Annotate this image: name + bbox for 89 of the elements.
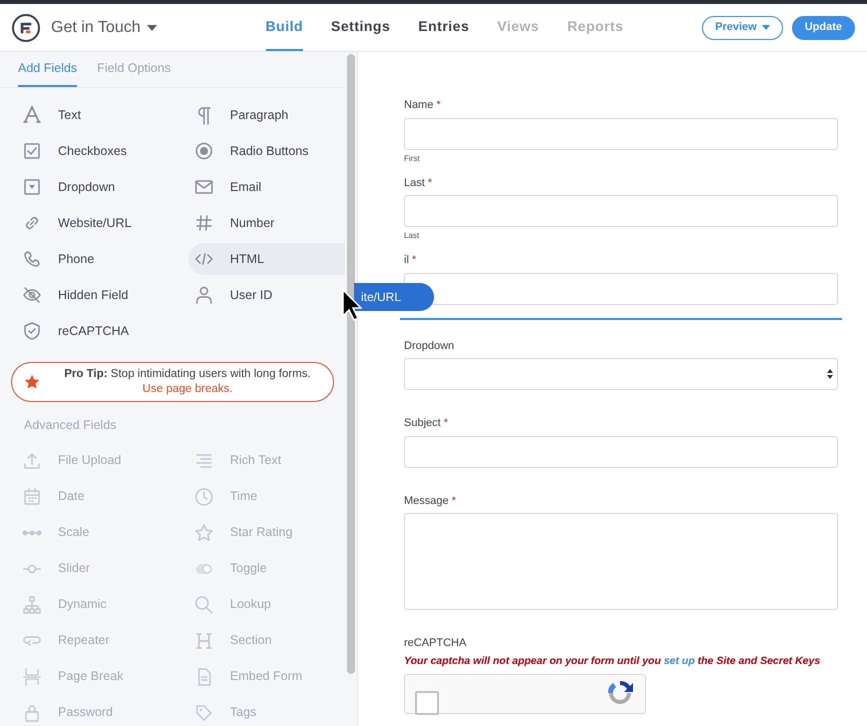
captcha-checkbox[interactable] [415,690,439,714]
star-icon [24,374,40,390]
field-type-item[interactable]: Lookup [188,588,345,621]
tag-icon [194,702,214,723]
field-type-item[interactable]: Email [188,171,345,203]
field-type-item[interactable]: Tags [188,696,345,726]
field-type-item[interactable]: Checkboxes [16,135,188,167]
textarea-field[interactable] [404,513,838,610]
field-type-item[interactable]: Dynamic [16,588,188,621]
user-icon [194,285,214,305]
text-input[interactable] [404,195,838,227]
field-label: Last [404,176,425,190]
star-outline-icon [194,522,214,543]
field-type-item[interactable]: Scale [16,516,188,549]
field-type-item[interactable]: File Upload [16,444,188,477]
nav-tab[interactable]: Settings [331,4,390,51]
required-asterisk: * [452,494,456,508]
sidebar-tab[interactable]: Field Options [97,52,171,87]
dotted-line-icon [22,528,42,537]
field-type-item[interactable]: Repeater [16,624,188,657]
section-heading: Advanced Fields [23,417,118,434]
field-label: Message [404,494,449,508]
letter-a-icon [22,105,42,125]
field-type-item[interactable]: Section [188,624,345,657]
upload-icon [22,450,42,471]
required-asterisk: * [412,253,416,268]
scrollbar[interactable] [345,52,358,726]
pro-tip-text: Pro Tip: Stop intimidating users with long forms. [64,367,311,382]
field-label: reCAPTCHA [404,636,466,651]
nav-tab[interactable]: Entries [418,4,470,51]
form-title-dropdown[interactable]: Get in Touch [51,16,157,40]
field-type-item[interactable]: Time [188,480,345,513]
field-type-item[interactable]: Password [16,696,188,726]
field-type-item[interactable]: Slider [16,552,188,585]
radio-icon [194,141,214,161]
sub-label: Last [404,230,420,242]
required-asterisk: * [436,98,441,113]
crossed-eye-icon [22,285,42,305]
field-type-item[interactable]: Phone [16,243,188,275]
logo-icon [12,14,40,42]
field-type-item[interactable]: Hidden Field [16,279,188,311]
hash-icon [194,213,214,233]
phone-icon [22,249,42,269]
field-type-item[interactable]: Website/URL [16,207,188,239]
field-type-item[interactable]: Star Rating [188,516,345,549]
calendar-icon [22,486,42,507]
loop-arrow-icon [22,635,42,646]
field-label: Name [404,98,434,113]
text-input[interactable] [404,436,838,468]
preview-button[interactable]: Preview [702,16,783,40]
field-type-item[interactable]: Dropdown [16,171,188,203]
shield-icon [22,321,42,341]
field-type-item[interactable]: reCAPTCHA [16,315,188,347]
dragged-field-chip[interactable]: ite/URL [354,283,434,311]
search-icon [194,594,214,615]
page-breaks-link[interactable]: Use page breaks. [142,382,233,397]
field-type-item[interactable]: Number [188,207,345,239]
sidebar-tab[interactable]: Add Fields [18,52,78,87]
up-down-arrows-icon [827,369,833,379]
field-type-item[interactable]: Embed Form [188,660,345,693]
field-type-item[interactable]: Rich Text [188,444,345,477]
required-asterisk: * [444,416,448,431]
caret-icon [762,25,770,30]
field-type-item[interactable]: Radio Buttons [188,135,345,167]
field-type-item[interactable]: Date [16,480,188,513]
field-label: Dropdown [404,338,454,354]
caret-icon [146,24,157,30]
hierarchy-icon [22,594,42,615]
captcha-warning: Your captcha will not appear on your form until you set up the Site and Secret Keys [404,654,822,668]
clock-icon [194,486,214,507]
checkbox-icon [22,141,42,161]
dropdown-icon [22,177,42,197]
text-input[interactable] [404,272,838,304]
field-type-item[interactable]: Page Break [16,660,188,693]
field-type-item[interactable]: Text [16,99,188,131]
text-input[interactable] [404,118,838,150]
field-type-item[interactable]: User ID [188,279,345,311]
sub-label: First [404,152,420,164]
required-asterisk: * [428,176,432,190]
letter-h-icon [194,630,214,651]
field-label: Subject [404,416,441,431]
page-break-icon [22,666,42,687]
field-label: il [404,253,409,268]
select-field[interactable] [404,358,838,390]
set-up-link[interactable]: set up [664,654,695,666]
recaptcha-logo-icon [605,678,635,706]
field-type-item[interactable]: Paragraph [188,99,345,131]
field-type-item[interactable]: HTML [188,243,345,275]
update-button[interactable]: Update [792,16,855,40]
